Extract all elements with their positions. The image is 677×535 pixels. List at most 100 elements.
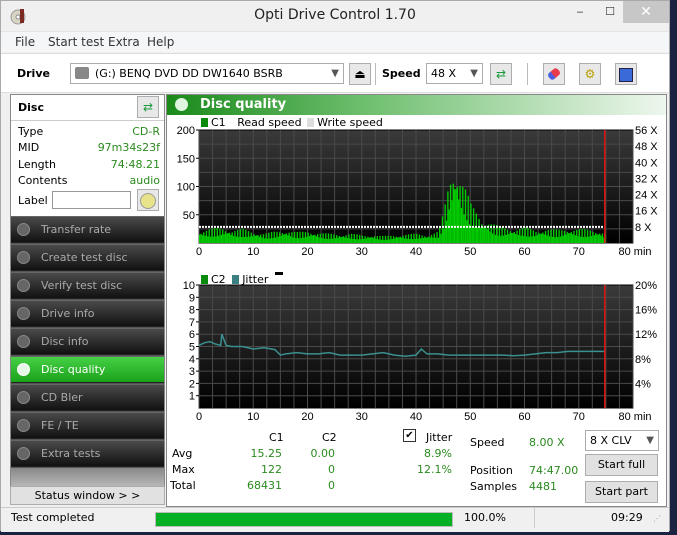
nav-drive-info[interactable]: Drive info	[11, 300, 164, 327]
disc-length-label: Length	[18, 158, 56, 171]
c1-chart-y-tick: 100	[177, 182, 195, 194]
c1-bar	[337, 237, 339, 243]
erase-button[interactable]	[543, 63, 565, 85]
menu-help[interactable]: Help	[147, 35, 174, 49]
c1-bar	[403, 238, 406, 243]
c1-bar	[257, 235, 259, 243]
resize-grip-icon[interactable]: ⋰	[653, 514, 661, 523]
stats-max-label: Max	[172, 463, 195, 476]
minimize-button[interactable]: ‒	[566, 1, 594, 23]
fe-te-icon	[17, 419, 30, 432]
disc-label-button[interactable]	[137, 189, 159, 211]
maximize-button[interactable]: ☐	[596, 1, 624, 23]
nav-extra-tests[interactable]: Extra tests	[11, 440, 164, 467]
c1-chart-y2-tick: 8 X	[635, 222, 652, 234]
c1-bar	[228, 232, 231, 243]
nav-disc-info[interactable]: Disc info	[11, 328, 164, 355]
chevron-down-icon: ▼	[331, 68, 339, 79]
c1-bar	[274, 237, 277, 243]
c1-bar	[411, 239, 414, 243]
nav-create-test-disc[interactable]: Create test disc	[11, 244, 164, 271]
c1-bar	[519, 229, 521, 243]
c1-bar	[554, 237, 556, 243]
c1-bar	[515, 234, 517, 243]
test-speed-select[interactable]: 8 X CLV ▼	[585, 430, 659, 451]
disc-quality-panel: Disc quality C1 Read speed Write speed C…	[166, 94, 667, 507]
c1-bar	[226, 233, 228, 243]
c1-bar	[364, 236, 366, 243]
c1-bar	[428, 236, 430, 243]
c1-bar	[498, 226, 501, 243]
nav-cd-bler[interactable]: CD Bler	[11, 384, 164, 411]
c1-bar	[291, 232, 293, 243]
nav-verify-test-disc[interactable]: Verify test disc	[11, 272, 164, 299]
jitter-chart-y-tick: 10	[183, 280, 195, 292]
c1-bar	[436, 232, 438, 243]
disc-refresh-button[interactable]: ⇄	[137, 96, 159, 118]
c1-chart-y-tick: 200	[177, 125, 195, 137]
c1-bar	[595, 233, 597, 243]
menu-start-test[interactable]: Start test	[48, 35, 104, 49]
c1-bar	[288, 232, 290, 243]
c1-bar	[447, 191, 449, 243]
c1-bar	[319, 233, 322, 243]
drive-info-icon	[17, 307, 30, 320]
c1-bar	[576, 229, 578, 243]
c1-bar	[384, 235, 387, 243]
menu-extra[interactable]: Extra	[108, 35, 140, 49]
c1-bar	[314, 234, 316, 243]
nav-transfer-rate[interactable]: Transfer rate	[11, 216, 164, 243]
c1-bar	[367, 236, 369, 243]
start-full-button[interactable]: Start full	[585, 454, 658, 476]
c1-bar	[509, 231, 511, 243]
disc-mid-label: MID	[18, 141, 40, 154]
chevron-down-icon: ▼	[646, 435, 654, 446]
disc-type-label: Type	[18, 125, 44, 138]
c1-bar	[489, 231, 491, 243]
eject-button[interactable]: ⏏	[349, 63, 371, 85]
jitter-chart-y-tick: 4	[189, 354, 195, 366]
c1-bar	[445, 220, 448, 243]
c1-bar	[308, 236, 311, 243]
settings-button[interactable]: ⚙	[579, 63, 601, 85]
c1-bar	[421, 235, 423, 243]
c1-bar	[405, 235, 407, 243]
status-window-button[interactable]: Status window > >	[10, 486, 165, 505]
c1-bar	[250, 232, 252, 243]
verify-disc-icon	[17, 279, 30, 292]
c1-bar	[557, 237, 559, 243]
refresh-button[interactable]: ⇄	[490, 63, 512, 85]
drive-select[interactable]: (G:) BENQ DVD DD DW1640 BSRB ▼	[70, 63, 344, 84]
c1-bar	[238, 236, 240, 243]
menu-file[interactable]: File	[15, 35, 35, 49]
c1-bar	[398, 237, 400, 243]
nav-fe-te[interactable]: FE / TE	[11, 412, 164, 439]
c1-bar	[216, 228, 218, 243]
drive-label: Drive	[17, 67, 50, 80]
start-part-button[interactable]: Start part	[585, 481, 658, 503]
jitter-chart-x-tick: 60	[518, 411, 530, 423]
c1-bar	[416, 233, 418, 243]
jitter-chart-x-tick: 50	[464, 411, 476, 423]
c1-bar	[413, 233, 415, 243]
stats-avg-c1: 15.25	[250, 447, 283, 460]
c1-bar	[440, 233, 442, 243]
speed-select[interactable]: 48 X ▼	[426, 63, 483, 84]
c1-bar	[578, 229, 581, 243]
c1-bar	[401, 237, 403, 243]
c1-bar	[241, 236, 243, 243]
c1-bar	[417, 238, 419, 243]
c1-bar	[474, 227, 476, 243]
c1-bar	[269, 238, 271, 243]
nav-disc-quality[interactable]: Disc quality	[11, 356, 164, 383]
c1-chart-y2-tick: 32 X	[635, 173, 658, 185]
save-button[interactable]	[615, 63, 637, 85]
c1-bar	[441, 216, 444, 243]
c1-chart-y2-tick: 24 X	[635, 190, 658, 202]
jitter-checkbox[interactable]: ✔	[403, 429, 416, 442]
disc-label-input[interactable]	[52, 191, 131, 209]
c1-bar	[464, 189, 467, 243]
c1-bar	[373, 236, 376, 243]
c1-bar	[444, 204, 446, 243]
close-button[interactable]: ✕	[623, 1, 669, 23]
